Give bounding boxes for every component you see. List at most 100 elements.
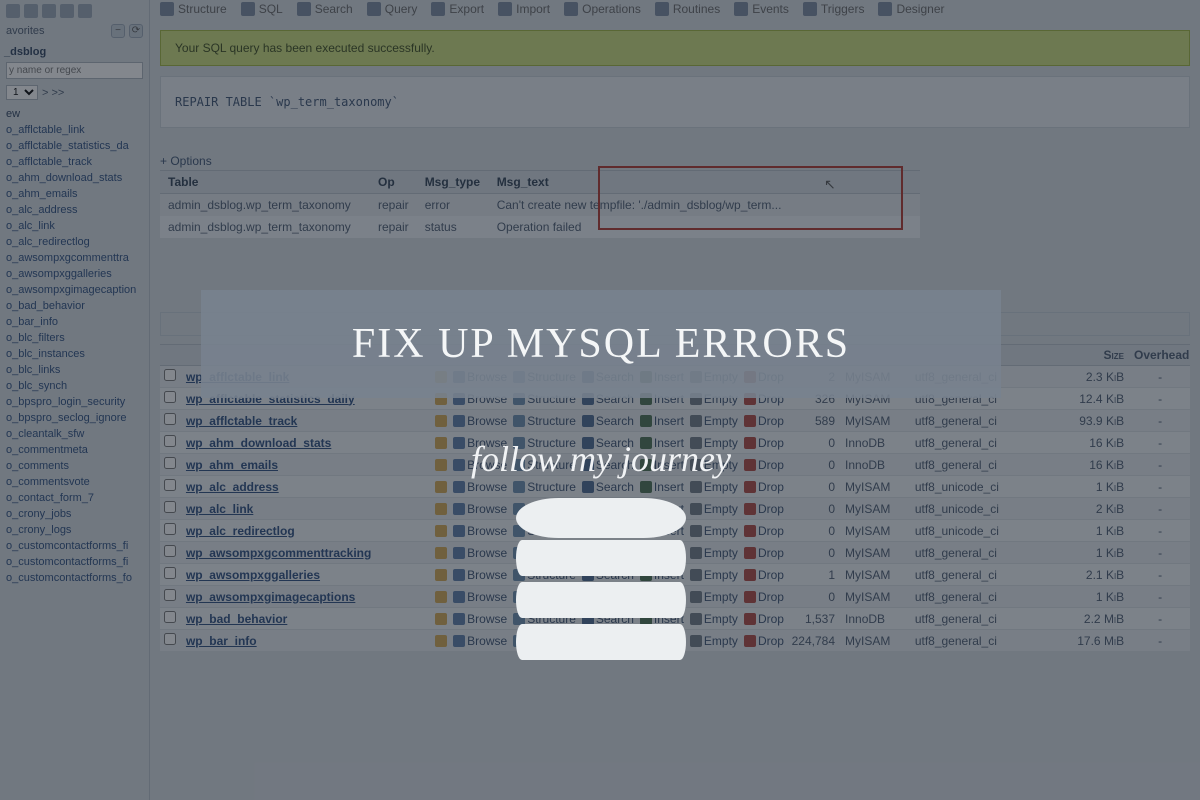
overhead: - xyxy=(1130,543,1190,563)
row-checkbox[interactable] xyxy=(164,523,176,535)
overhead: - xyxy=(1130,565,1190,585)
result-header[interactable]: Op xyxy=(370,171,417,194)
new-table-link[interactable]: ew xyxy=(0,106,149,122)
collapse-icon[interactable]: − xyxy=(111,24,125,38)
result-cell: error xyxy=(417,194,489,217)
sidebar-pager: 1 > >> xyxy=(0,83,149,106)
result-header[interactable]: Msg_text xyxy=(489,171,920,194)
overhead: - xyxy=(1130,367,1190,387)
sidebar-filter-input[interactable] xyxy=(6,62,143,79)
sidebar-table-item[interactable]: o_ahm_emails xyxy=(2,186,147,202)
home-icon[interactable] xyxy=(6,4,20,18)
sidebar-table-item[interactable]: o_customcontactforms_fo xyxy=(2,570,147,586)
logout-icon[interactable] xyxy=(24,4,38,18)
row-checkbox[interactable] xyxy=(164,457,176,469)
page-select[interactable]: 1 xyxy=(6,85,38,100)
tab-structure[interactable]: Structure xyxy=(160,2,227,16)
row-checkbox[interactable] xyxy=(164,413,176,425)
size: 16 KiB xyxy=(1050,455,1130,475)
reload-icon[interactable] xyxy=(78,4,92,18)
sidebar-table-item[interactable]: o_customcontactforms_fi xyxy=(2,538,147,554)
col-overhead[interactable]: Overhead xyxy=(1130,345,1190,365)
tab-routines[interactable]: Routines xyxy=(655,2,720,16)
sidebar-table-item[interactable]: o_commentsvote xyxy=(2,474,147,490)
row-checkbox[interactable] xyxy=(164,545,176,557)
sidebar-table-item[interactable]: o_contact_form_7 xyxy=(2,490,147,506)
sidebar-table-list: o_afflctable_linko_afflctable_statistics… xyxy=(0,122,149,586)
sidebar-table-item[interactable]: o_alc_link xyxy=(2,218,147,234)
designer-icon xyxy=(878,2,892,16)
sidebar-table-item[interactable]: o_awsompxggalleries xyxy=(2,266,147,282)
expand-icon[interactable]: ⟳ xyxy=(129,24,143,38)
row-checkbox[interactable] xyxy=(164,589,176,601)
row-checkbox[interactable] xyxy=(164,633,176,645)
overhead: - xyxy=(1130,433,1190,453)
sidebar-table-item[interactable]: o_awsompxgcommenttra xyxy=(2,250,147,266)
database-name[interactable]: _dsblog xyxy=(0,40,149,60)
sidebar-table-item[interactable]: o_bar_info xyxy=(2,314,147,330)
sidebar-table-item[interactable]: o_cleantalk_sfw xyxy=(2,426,147,442)
query-icon xyxy=(367,2,381,16)
overhead: - xyxy=(1130,587,1190,607)
row-checkbox[interactable] xyxy=(164,369,176,381)
row-checkbox[interactable] xyxy=(164,479,176,491)
result-cell: Can't create new tempfile: './admin_dsbl… xyxy=(489,194,920,217)
result-header[interactable]: Table xyxy=(160,171,370,194)
sidebar-table-item[interactable]: o_blc_filters xyxy=(2,330,147,346)
result-cell: repair xyxy=(370,216,417,238)
tab-designer[interactable]: Designer xyxy=(878,2,944,16)
sidebar-table-item[interactable]: o_blc_links xyxy=(2,362,147,378)
sidebar-table-item[interactable]: o_comments xyxy=(2,458,147,474)
tab-export[interactable]: Export xyxy=(431,2,484,16)
row-checkbox[interactable] xyxy=(164,435,176,447)
result-cell: status xyxy=(417,216,489,238)
sidebar-table-item[interactable]: o_afflctable_track xyxy=(2,154,147,170)
sidebar-table-item[interactable]: o_afflctable_statistics_da xyxy=(2,138,147,154)
size: 12.4 KiB xyxy=(1050,389,1130,409)
sidebar-table-item[interactable]: o_alc_address xyxy=(2,202,147,218)
result-wrap: TableOpMsg_typeMsg_text admin_dsblog.wp_… xyxy=(160,170,1190,238)
row-checkbox[interactable] xyxy=(164,611,176,623)
row-checkbox[interactable] xyxy=(164,567,176,579)
tab-query[interactable]: Query xyxy=(367,2,418,16)
sidebar-table-item[interactable]: o_bpspro_seclog_ignore xyxy=(2,410,147,426)
sidebar-table-item[interactable]: o_blc_synch xyxy=(2,378,147,394)
sql-icon xyxy=(241,2,255,16)
database-icon xyxy=(516,498,686,660)
sidebar-table-item[interactable]: o_crony_logs xyxy=(2,522,147,538)
pager-next[interactable]: > >> xyxy=(42,87,64,99)
tab-triggers[interactable]: Triggers xyxy=(803,2,865,16)
result-table: TableOpMsg_typeMsg_text admin_dsblog.wp_… xyxy=(160,170,920,238)
sidebar-table-item[interactable]: o_bpspro_login_security xyxy=(2,394,147,410)
options-toggle[interactable]: + Options xyxy=(160,154,1190,168)
sidebar-table-item[interactable]: o_ahm_download_stats xyxy=(2,170,147,186)
tab-events[interactable]: Events xyxy=(734,2,789,16)
sidebar-table-item[interactable]: o_crony_jobs xyxy=(2,506,147,522)
tab-search[interactable]: Search xyxy=(297,2,353,16)
tab-sql[interactable]: SQL xyxy=(241,2,283,16)
col-size[interactable]: Size xyxy=(1050,345,1130,365)
settings-icon[interactable] xyxy=(60,4,74,18)
sidebar-table-item[interactable]: o_afflctable_link xyxy=(2,122,147,138)
promo-title: FIX UP MYSQL ERRORS xyxy=(221,320,981,368)
sidebar-table-item[interactable]: o_awsompxgimagecaption xyxy=(2,282,147,298)
import-icon xyxy=(498,2,512,16)
sidebar-table-item[interactable]: o_commentmeta xyxy=(2,442,147,458)
size: 1 KiB xyxy=(1050,587,1130,607)
top-tab-bar: Structure SQL Search Query Export Import Opera… xyxy=(150,0,1200,24)
sidebar-table-item[interactable]: o_alc_redirectlog xyxy=(2,234,147,250)
overhead: - xyxy=(1130,455,1190,475)
sidebar-table-item[interactable]: o_bad_behavior xyxy=(2,298,147,314)
row-checkbox[interactable] xyxy=(164,391,176,403)
overhead: - xyxy=(1130,477,1190,497)
sidebar-table-item[interactable]: o_blc_instances xyxy=(2,346,147,362)
tab-import[interactable]: Import xyxy=(498,2,550,16)
row-checkbox[interactable] xyxy=(164,501,176,513)
routines-icon xyxy=(655,2,669,16)
size: 16 KiB xyxy=(1050,433,1130,453)
result-header[interactable]: Msg_type xyxy=(417,171,489,194)
tab-operations[interactable]: Operations xyxy=(564,2,641,16)
favorites-row: avorites −⟳ xyxy=(0,22,149,40)
sidebar-table-item[interactable]: o_customcontactforms_fi xyxy=(2,554,147,570)
docs-icon[interactable] xyxy=(42,4,56,18)
